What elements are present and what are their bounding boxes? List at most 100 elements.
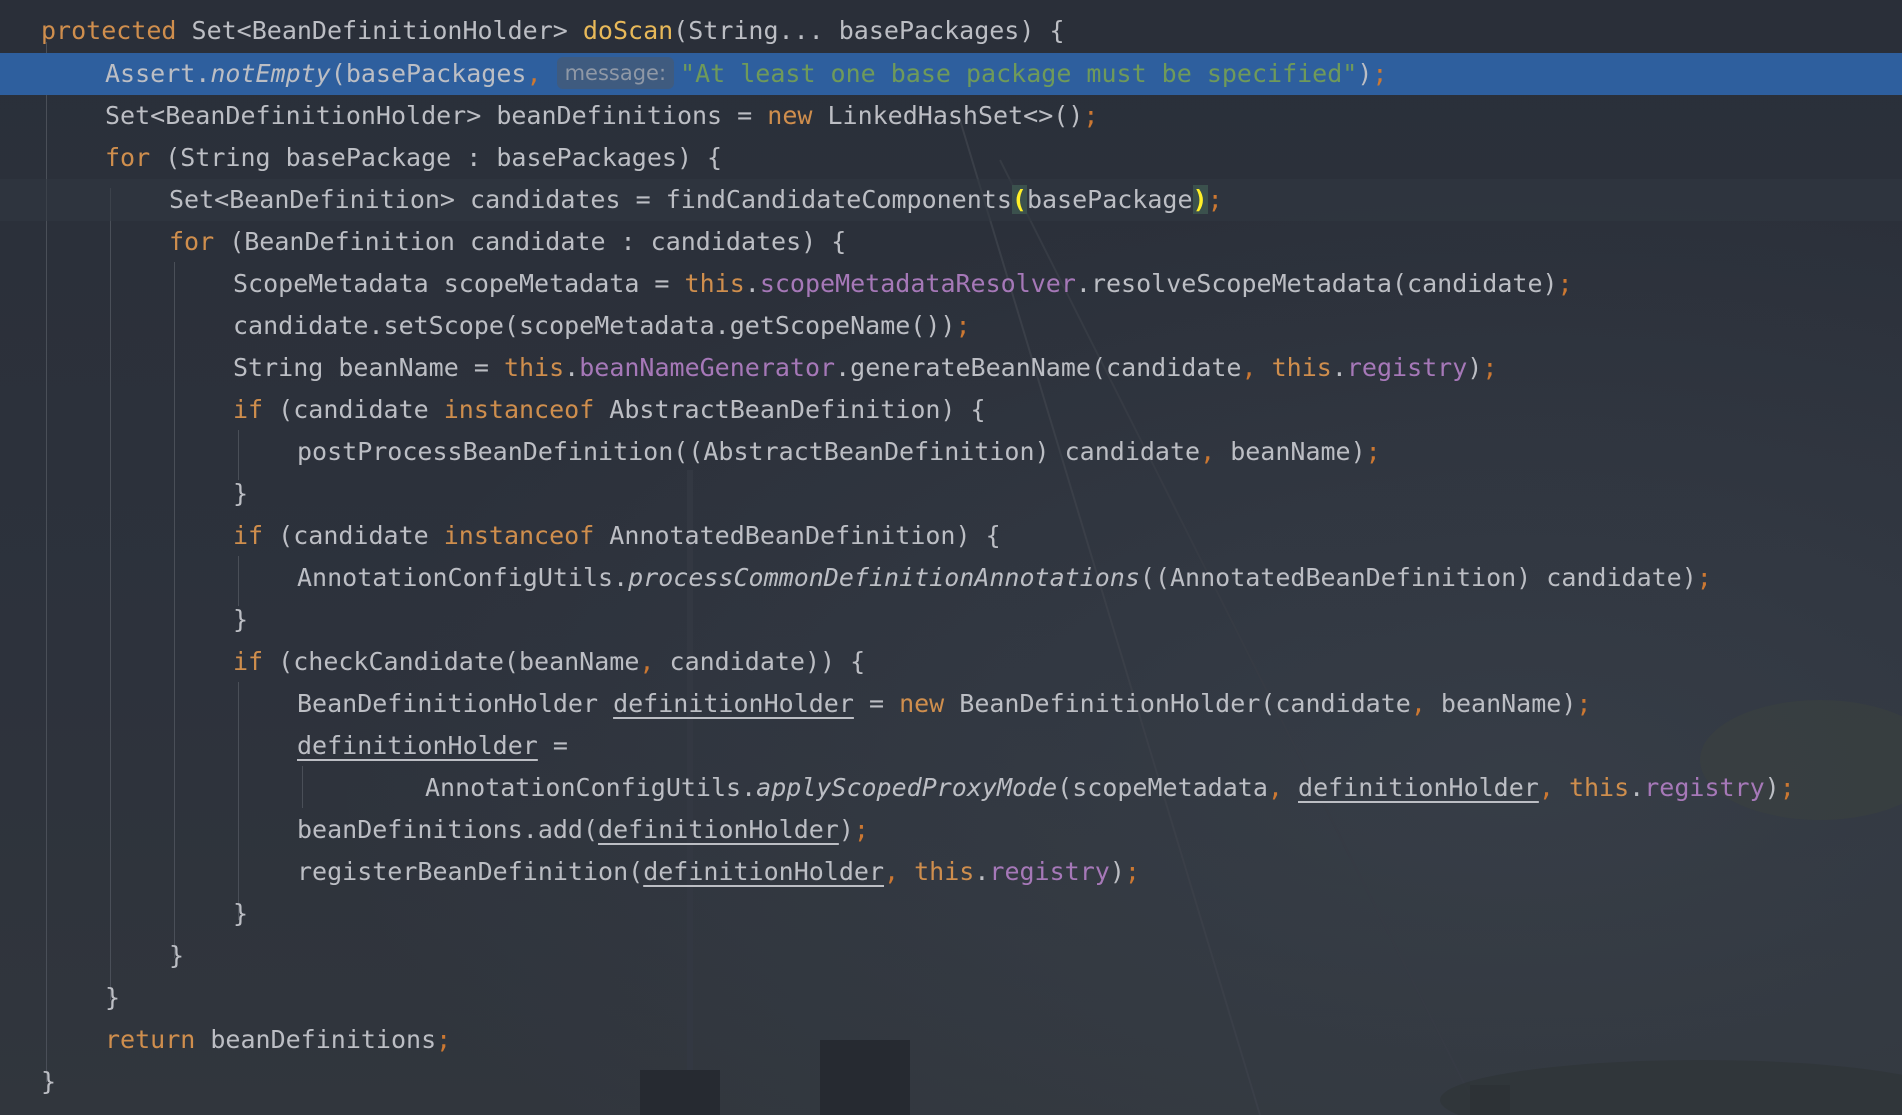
semicolon: ; [853, 815, 869, 844]
code-text: Set<BeanDefinitionHolder> beanDefinition… [105, 101, 768, 130]
matched-paren: ) [1192, 185, 1208, 214]
code-line-23[interactable]: } [0, 935, 1902, 977]
code-line-14[interactable]: AnnotationConfigUtils.processCommonDefin… [0, 557, 1902, 599]
code-text: (candidate [263, 395, 444, 424]
semicolon: ; [1696, 563, 1712, 592]
code-text: (String... basePackages) { [673, 16, 1065, 45]
code-text: LinkedHashSet<>() [812, 101, 1084, 130]
code-line-18[interactable]: definitionHolder = [0, 725, 1902, 767]
semicolon: ; [1207, 185, 1223, 214]
code-text: beanDefinitions.add( [297, 815, 599, 844]
comma: , [526, 59, 542, 88]
keyword: instanceof [443, 521, 595, 550]
code-text: } [233, 605, 249, 634]
code-line-20[interactable]: beanDefinitions.add(definitionHolder); [0, 809, 1902, 851]
code-text: . [744, 269, 760, 298]
code-line-26[interactable]: } [0, 1061, 1902, 1103]
keyword: this [503, 353, 565, 382]
code-text: ((AnnotatedBeanDefinition) candidate) [1139, 563, 1697, 592]
comma: , [884, 857, 900, 886]
code-line-21[interactable]: registerBeanDefinition(definitionHolder,… [0, 851, 1902, 893]
comma: , [639, 647, 655, 676]
code-line-5-caret[interactable]: Set<BeanDefinition> candidates = findCan… [0, 179, 1902, 221]
keyword: return [105, 1025, 196, 1054]
code-text: basePackage [1026, 185, 1193, 214]
keyword: for [105, 143, 151, 172]
code-text: registerBeanDefinition( [297, 857, 644, 886]
keyword: for [169, 227, 215, 256]
code-line-22[interactable]: } [0, 893, 1902, 935]
code-text: . [1331, 353, 1347, 382]
code-editor[interactable]: protected Set<BeanDefinitionHolder> doSc… [0, 0, 1902, 1115]
field: scopeMetadataResolver [759, 269, 1076, 298]
code-text: } [41, 1067, 57, 1096]
code-line-10[interactable]: if (candidate instanceof AbstractBeanDef… [0, 389, 1902, 431]
comma: , [1241, 353, 1257, 382]
string-literal: "At least one base package must be speci… [680, 59, 1358, 88]
code-text: beanName) [1215, 437, 1366, 466]
reassigned-variable: definitionHolder [297, 731, 538, 760]
code-text: (scopeMetadata [1057, 773, 1268, 802]
code-line-8[interactable]: candidate.setScope(scopeMetadata.getScop… [0, 305, 1902, 347]
semicolon: ; [1372, 59, 1388, 88]
code-line-15[interactable]: } [0, 599, 1902, 641]
code-text: = [537, 731, 568, 760]
code-text: = [853, 689, 900, 718]
matched-paren: ( [1011, 185, 1027, 214]
code-line-11[interactable]: postProcessBeanDefinition((AbstractBeanD… [0, 431, 1902, 473]
semicolon: ; [1482, 353, 1498, 382]
code-line-3[interactable]: Set<BeanDefinitionHolder> beanDefinition… [0, 95, 1902, 137]
code-line-13[interactable]: if (candidate instanceof AnnotatedBeanDe… [0, 515, 1902, 557]
code-text: postProcessBeanDefinition((AbstractBeanD… [297, 437, 1201, 466]
code-text: String beanName = [233, 353, 504, 382]
static-method: applyScopedProxyMode [756, 773, 1058, 802]
code-line-24[interactable]: } [0, 977, 1902, 1019]
code-text: . [564, 353, 580, 382]
field: beanNameGenerator [579, 353, 836, 382]
semicolon: ; [1083, 101, 1099, 130]
code-line-7[interactable]: ScopeMetadata scopeMetadata = this.scope… [0, 263, 1902, 305]
code-text: ) [1467, 353, 1483, 382]
keyword: if [233, 647, 264, 676]
code-text: beanDefinitions [195, 1025, 437, 1054]
code-line-6[interactable]: for (BeanDefinition candidate : candidat… [0, 221, 1902, 263]
code-text: Assert. [105, 59, 211, 88]
semicolon: ; [1576, 689, 1592, 718]
keyword: if [233, 521, 264, 550]
reassigned-variable: definitionHolder [598, 815, 839, 844]
code-line-2-selected[interactable]: Assert.notEmpty(basePackages, message: "A… [0, 53, 1902, 95]
code-text: } [233, 479, 249, 508]
code-text: AnnotationConfigUtils. [297, 563, 629, 592]
keyword: new [767, 101, 813, 130]
code-text: candidate.setScope(scopeMetadata.getScop… [233, 311, 956, 340]
code-line-4[interactable]: for (String basePackage : basePackages) … [0, 137, 1902, 179]
code-line-9[interactable]: String beanName = this.beanNameGenerator… [0, 347, 1902, 389]
code-text: ) [1764, 773, 1780, 802]
field: registry [1346, 353, 1468, 382]
keyword: this [899, 857, 975, 886]
comma: , [1267, 773, 1283, 802]
semicolon: ; [1779, 773, 1795, 802]
code-text: Set<BeanDefinition> candidates = findCan… [169, 185, 1012, 214]
code-line-12[interactable]: } [0, 473, 1902, 515]
code-text: ScopeMetadata scopeMetadata = [233, 269, 685, 298]
code-text: AnnotationConfigUtils. [425, 773, 757, 802]
comma: , [1538, 773, 1554, 802]
code-text: Set<BeanDefinitionHolder> [176, 16, 583, 45]
code-line-16[interactable]: if (checkCandidate(beanName, candidate))… [0, 641, 1902, 683]
reassigned-variable: definitionHolder [613, 689, 854, 718]
code-text: ) [838, 815, 854, 844]
code-line-1[interactable]: protected Set<BeanDefinitionHolder> doSc… [0, 10, 1902, 52]
code-text: BeanDefinitionHolder(candidate [944, 689, 1411, 718]
code-text: ) [1357, 59, 1373, 88]
code-text: .generateBeanName(candidate [835, 353, 1242, 382]
code-line-17[interactable]: BeanDefinitionHolder definitionHolder = … [0, 683, 1902, 725]
code-line-19[interactable]: AnnotationConfigUtils.applyScopedProxyMo… [0, 767, 1902, 809]
comma: , [1200, 437, 1216, 466]
code-text: BeanDefinitionHolder [297, 689, 614, 718]
code-text: (checkCandidate(beanName [263, 647, 640, 676]
code-text: beanName) [1425, 689, 1577, 718]
parameter-hint: message: [556, 57, 675, 89]
code-line-25[interactable]: return beanDefinitions; [0, 1019, 1902, 1061]
